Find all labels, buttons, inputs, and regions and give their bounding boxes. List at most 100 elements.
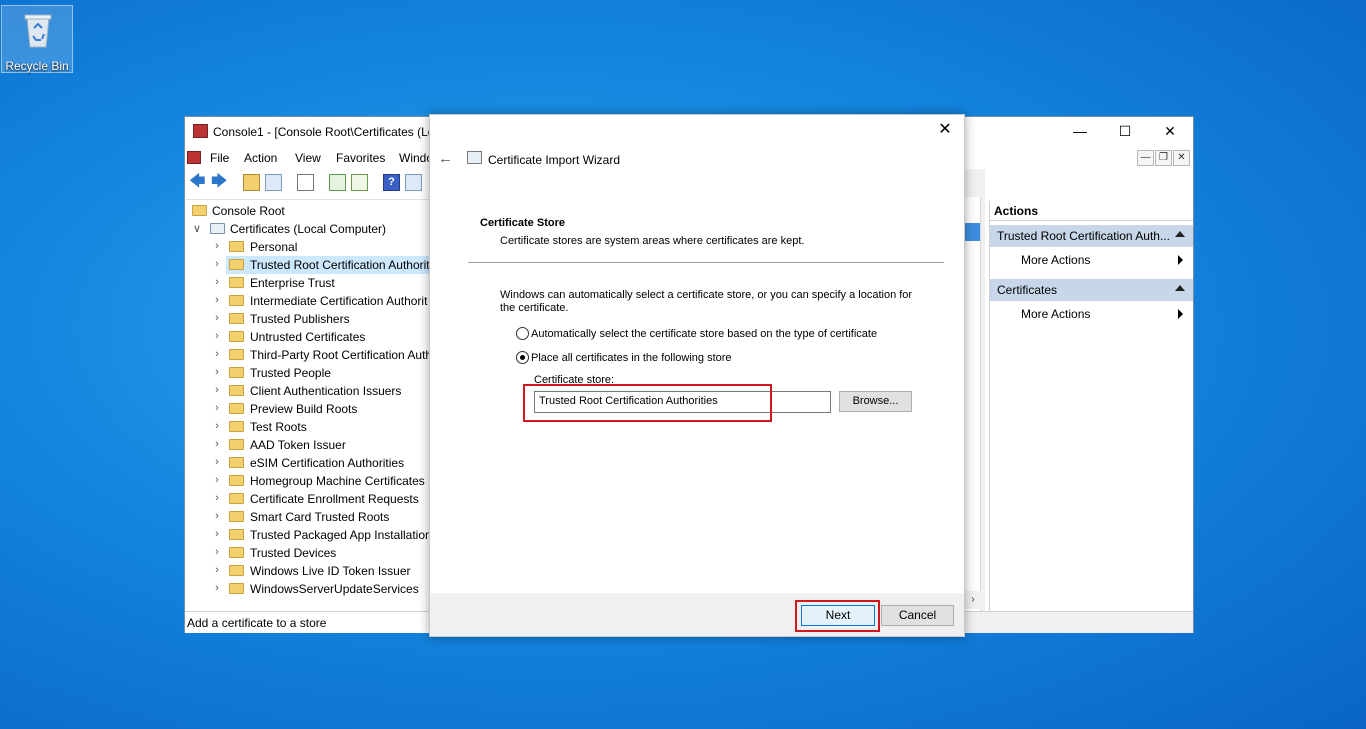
chevron-right-icon[interactable]: ›	[212, 402, 222, 414]
tree-node-store[interactable]: › Trusted Publishers	[210, 310, 430, 328]
menu-file[interactable]: File	[210, 151, 229, 165]
chevron-right-icon[interactable]: ›	[212, 258, 222, 270]
highlight-box-store	[523, 384, 772, 422]
chevron-right-icon[interactable]: ›	[212, 492, 222, 504]
mmc-window-title: Console1 - [Console Root\Certificates (L…	[213, 125, 435, 139]
folder-icon	[229, 241, 244, 252]
radio-auto-select-label[interactable]: Automatically select the certificate sto…	[531, 328, 877, 340]
folder-icon	[229, 475, 244, 486]
radio-place-in-store-label[interactable]: Place all certificates in the following …	[531, 352, 732, 364]
tree-node-store[interactable]: › Trusted Devices	[210, 544, 430, 562]
chevron-right-icon[interactable]: ›	[212, 348, 222, 360]
wizard-close-button[interactable]: ✕	[934, 119, 956, 139]
tree-node-store[interactable]: › Test Roots	[210, 418, 430, 436]
forward-arrow-icon[interactable]: 🡆	[211, 174, 228, 191]
help-icon[interactable]: ?	[383, 174, 400, 191]
chevron-right-icon[interactable]: ›	[212, 528, 222, 540]
show-action-pane-icon[interactable]	[405, 174, 422, 191]
chevron-right-icon[interactable]: ›	[212, 294, 222, 306]
chevron-right-icon[interactable]: ›	[212, 456, 222, 468]
chevron-right-icon[interactable]: ›	[212, 510, 222, 522]
menu-view[interactable]: View	[295, 151, 321, 165]
tree-node-certificates[interactable]: ∨ Certificates (Local Computer)	[190, 220, 430, 238]
tree-node-store[interactable]: › Trusted Root Certification Authorit	[215, 256, 430, 274]
results-selected-row[interactable]	[965, 223, 980, 241]
tree-node-store[interactable]: › Preview Build Roots	[210, 400, 430, 418]
chevron-right-icon[interactable]: ›	[212, 312, 222, 324]
tree-node-label: Trusted Root Certification Authorit	[250, 258, 430, 272]
actions-group-certificates[interactable]: Certificates	[990, 279, 1193, 301]
properties-icon[interactable]	[297, 174, 314, 191]
tree-node-store[interactable]: › Trusted People	[210, 364, 430, 382]
chevron-right-icon[interactable]: ›	[212, 582, 222, 594]
mdi-close-button[interactable]: ✕	[1173, 150, 1190, 166]
tree-node-store[interactable]: › Enterprise Trust	[210, 274, 430, 292]
tree-node-store[interactable]: › eSIM Certification Authorities	[210, 454, 430, 472]
cancel-button[interactable]: Cancel	[881, 605, 954, 626]
close-button[interactable]: ✕	[1147, 117, 1193, 145]
tree-node-label: eSIM Certification Authorities	[250, 456, 405, 470]
radio-place-in-store[interactable]	[516, 351, 529, 364]
tree-node-store[interactable]: › Personal	[210, 238, 430, 256]
chevron-right-icon[interactable]: ›	[212, 546, 222, 558]
up-folder-icon[interactable]	[243, 174, 260, 191]
menu-window[interactable]: Windo	[399, 151, 433, 165]
chevron-right-icon[interactable]: ›	[212, 474, 222, 486]
folder-icon	[229, 457, 244, 468]
minimize-button[interactable]: —	[1057, 117, 1103, 145]
export-list-icon[interactable]	[351, 174, 368, 191]
mmc-app-icon	[193, 124, 208, 138]
chevron-right-icon[interactable]: ›	[212, 384, 222, 396]
tree-node-store[interactable]: › Intermediate Certification Authorit	[210, 292, 430, 310]
chevron-down-icon[interactable]: ∨	[192, 222, 202, 235]
mdi-restore-button[interactable]: ❐	[1155, 150, 1172, 166]
menu-favorites[interactable]: Favorites	[336, 151, 385, 165]
refresh-icon[interactable]	[329, 174, 346, 191]
folder-icon	[229, 493, 244, 504]
chevron-right-icon[interactable]: ›	[212, 564, 222, 576]
menu-action[interactable]: Action	[244, 151, 277, 165]
scroll-right-icon[interactable]: ›	[965, 591, 981, 609]
tree-node-store[interactable]: › Client Authentication Issuers	[210, 382, 430, 400]
maximize-button[interactable]: ☐	[1102, 117, 1148, 145]
tree-node-label: WindowsServerUpdateServices	[250, 582, 419, 596]
radio-auto-select[interactable]	[516, 327, 529, 340]
chevron-right-icon[interactable]: ›	[212, 420, 222, 432]
mmc-toolbar: 🡄 🡆 ?	[185, 170, 430, 196]
recycle-bin-label: Recycle Bin	[5, 59, 69, 73]
tree-node-store[interactable]: › AAD Token Issuer	[210, 436, 430, 454]
chevron-right-icon[interactable]: ›	[212, 366, 222, 378]
mdi-minimize-button[interactable]: —	[1137, 150, 1154, 166]
collapse-up-icon[interactable]	[1175, 285, 1185, 291]
folder-icon	[229, 277, 244, 288]
collapse-up-icon[interactable]	[1175, 231, 1185, 237]
more-actions-trusted-root[interactable]: More Actions	[990, 249, 1193, 271]
tree-node-store[interactable]: › Certificate Enrollment Requests	[210, 490, 430, 508]
folder-icon	[192, 205, 207, 216]
show-hide-tree-icon[interactable]	[265, 174, 282, 191]
console-menu-icon[interactable]	[187, 151, 201, 164]
recycle-bin-desktop-icon[interactable]: Recycle Bin	[1, 5, 73, 73]
chevron-right-icon[interactable]: ›	[212, 240, 222, 252]
back-arrow-icon[interactable]: 🡄	[189, 174, 206, 191]
tree-node-store[interactable]: › Windows Live ID Token Issuer	[210, 562, 430, 580]
tree-node-store[interactable]: › Smart Card Trusted Roots	[210, 508, 430, 526]
submenu-arrow-icon	[1178, 255, 1183, 265]
horizontal-scrollbar[interactable]	[965, 611, 1193, 633]
tree-node-label: Smart Card Trusted Roots	[250, 510, 390, 524]
chevron-right-icon[interactable]: ›	[212, 276, 222, 288]
back-arrow-icon[interactable]: ←	[438, 150, 453, 167]
chevron-right-icon[interactable]: ›	[212, 330, 222, 342]
more-actions-certificates[interactable]: More Actions	[990, 303, 1193, 325]
console-tree: Console Root ∨ Certificates (Local Compu…	[186, 199, 432, 611]
tree-node-store[interactable]: › Homegroup Machine Certificates	[210, 472, 430, 490]
tree-node-store[interactable]: › Untrusted Certificates	[210, 328, 430, 346]
tree-node-label: Untrusted Certificates	[250, 330, 366, 344]
tree-node-store[interactable]: › Third-Party Root Certification Auth	[210, 346, 432, 364]
actions-group-trusted-root[interactable]: Trusted Root Certification Auth...	[990, 225, 1193, 247]
chevron-right-icon[interactable]: ›	[212, 438, 222, 450]
browse-button[interactable]: Browse...	[839, 391, 912, 412]
tree-node-console-root[interactable]: Console Root	[190, 202, 430, 220]
tree-node-store[interactable]: › Trusted Packaged App Installation	[210, 526, 432, 544]
tree-node-store[interactable]: › WindowsServerUpdateServices	[210, 580, 430, 598]
